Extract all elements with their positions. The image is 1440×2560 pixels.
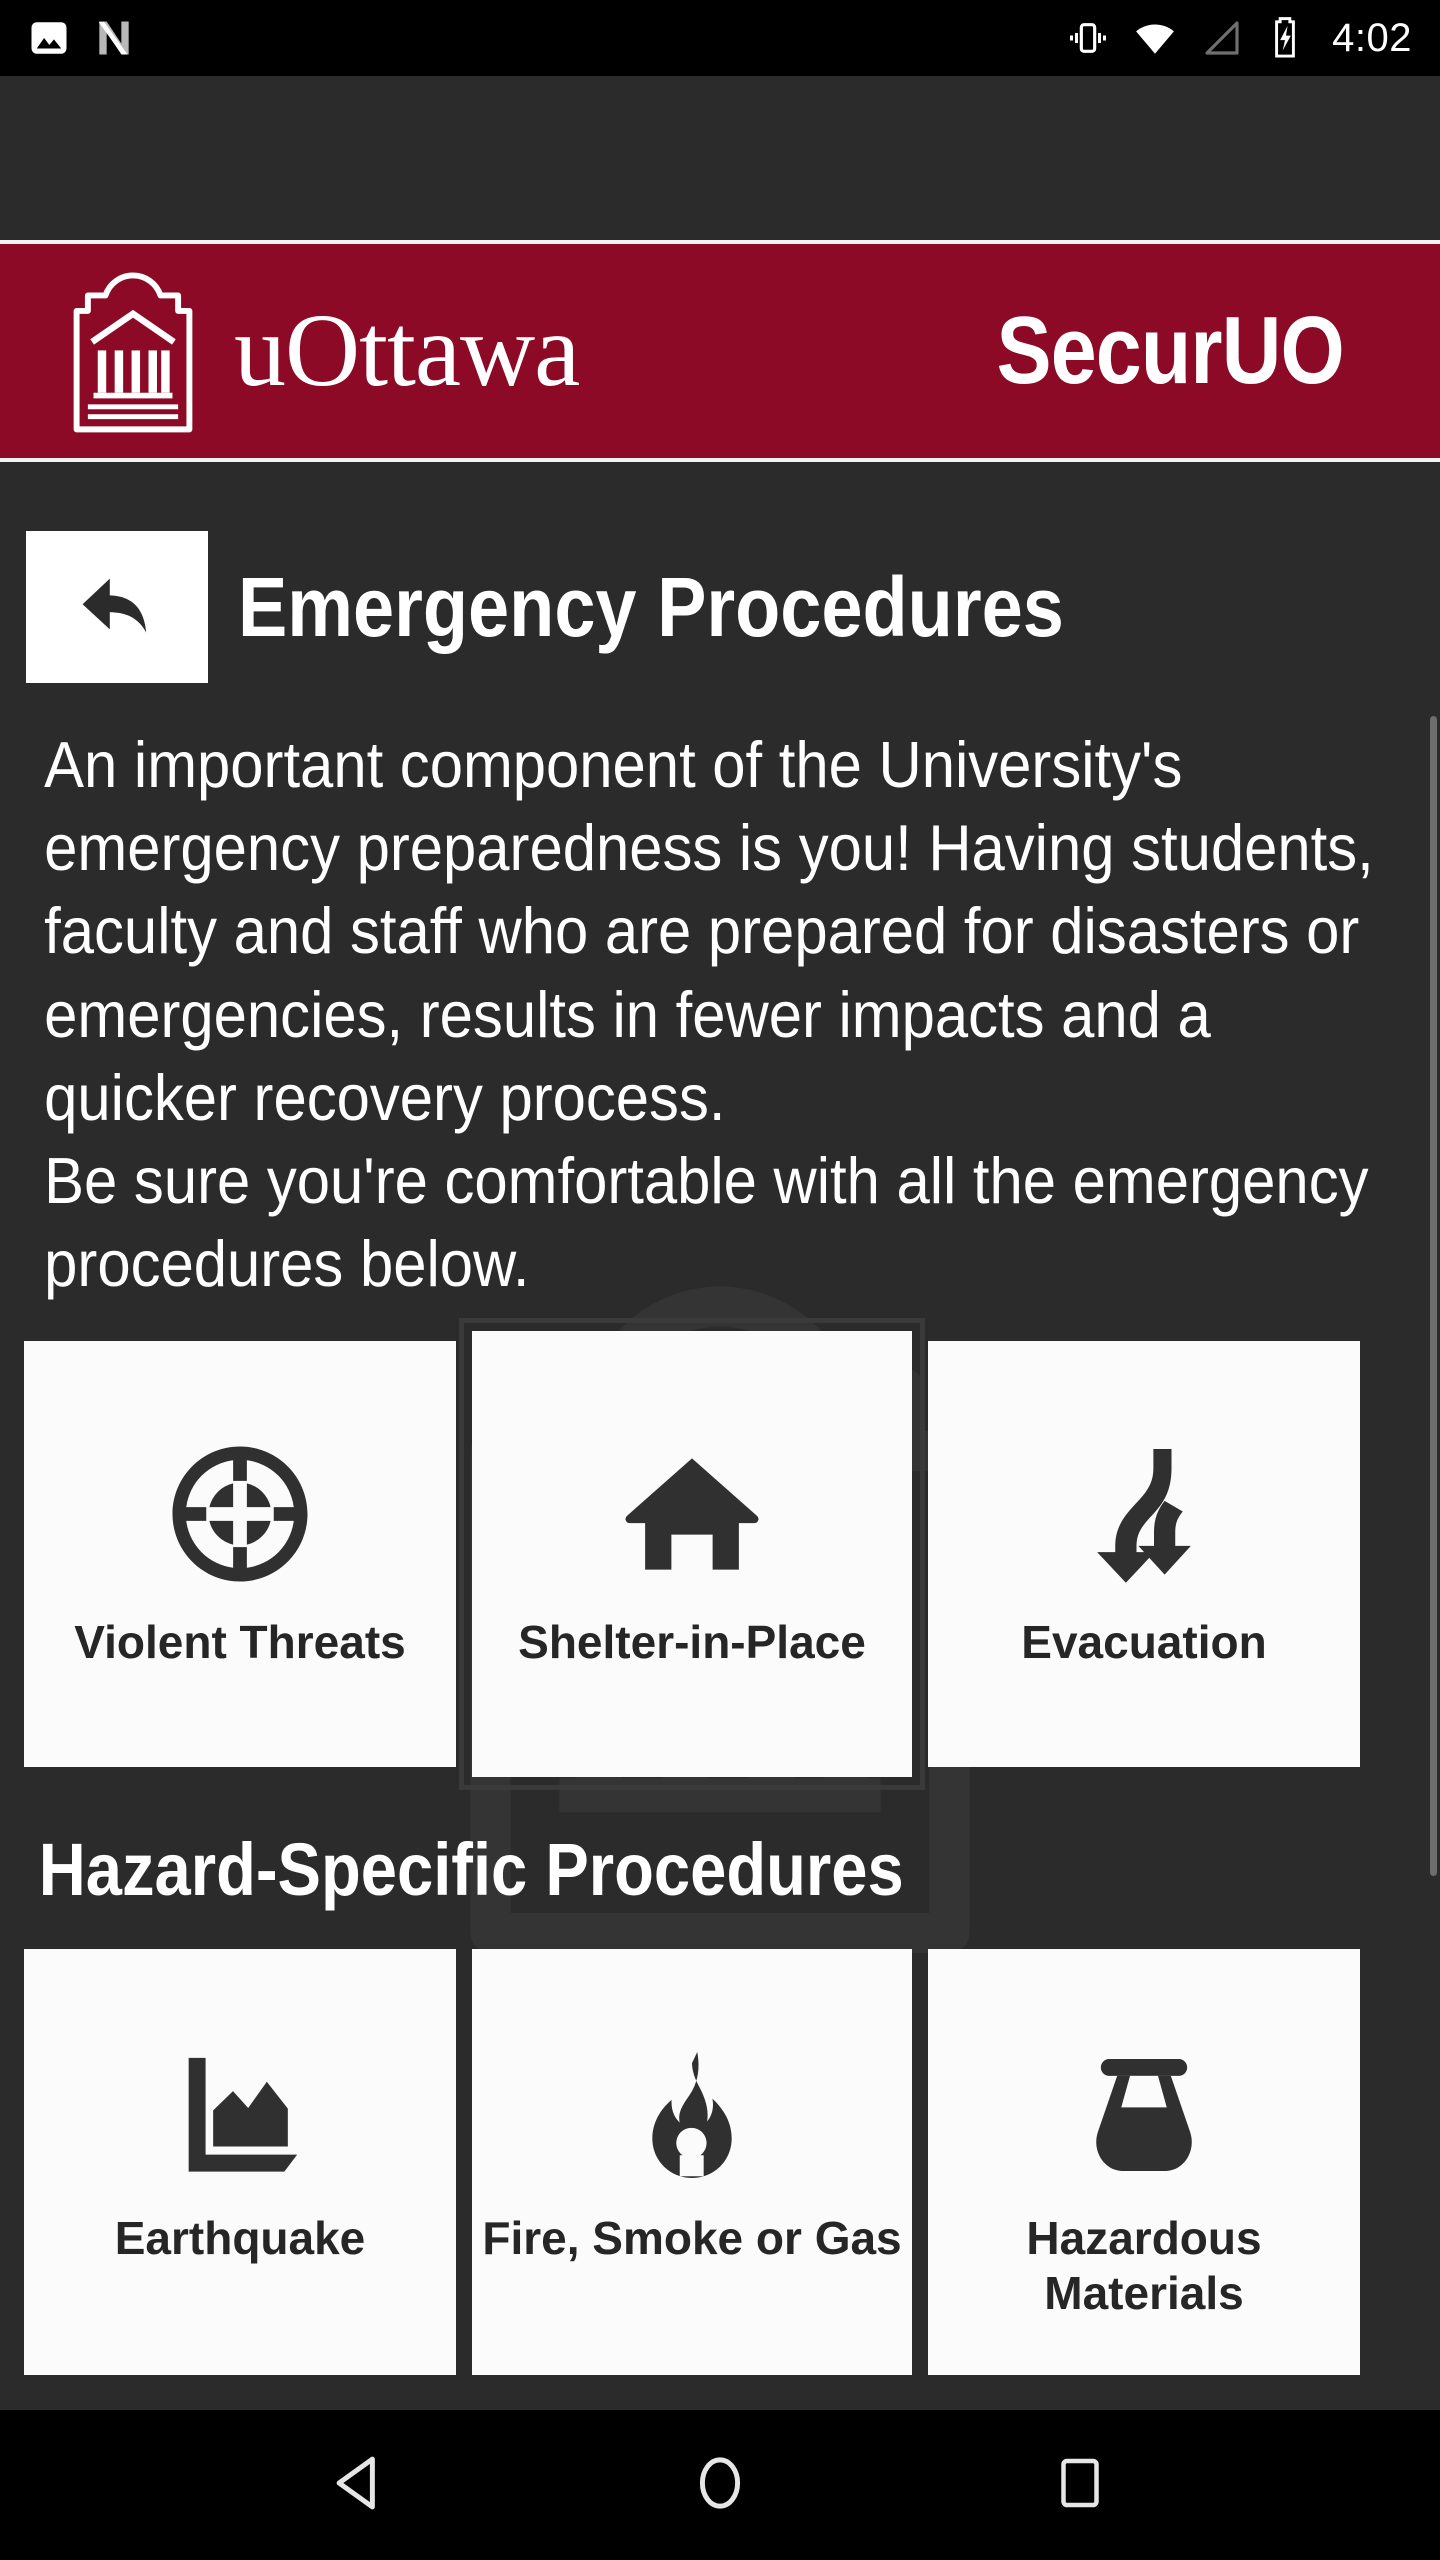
flame-icon	[622, 2035, 762, 2185]
nav-home-button[interactable]	[655, 2420, 785, 2550]
card-label: Violent Threats	[74, 1616, 406, 1669]
android-nougat-icon	[92, 16, 136, 60]
university-name: uOttawa	[234, 293, 580, 408]
back-arrow-icon	[69, 557, 165, 658]
evacuation-arrows-icon	[1069, 1439, 1219, 1589]
wifi-icon	[1134, 17, 1176, 59]
phone-screen: 4:02 uOttawa SecurUO Emergency Procedure…	[0, 0, 1440, 2560]
university-logo[interactable]: uOttawa	[0, 263, 580, 440]
status-bar: 4:02	[0, 0, 1440, 76]
nav-home-icon	[687, 2450, 753, 2521]
card-evacuation[interactable]: Evacuation	[928, 1341, 1360, 1768]
flask-icon	[1074, 2035, 1214, 2185]
card-label: Hazardous Materials	[1026, 2212, 1262, 2319]
page-title: Emergency Procedures	[238, 560, 1064, 654]
android-nav-bar	[0, 2410, 1440, 2560]
nav-back-icon	[327, 2450, 393, 2521]
card-hazardous-materials[interactable]: Hazardous Materials	[928, 1949, 1360, 2376]
primary-procedures-row: Violent Threats Shelter-in-Place Evacuat…	[0, 1318, 1440, 1791]
card-label: Fire, Smoke or Gas	[482, 2212, 902, 2265]
uottawa-crest-icon	[62, 263, 204, 440]
earthquake-chart-icon	[170, 2035, 310, 2185]
nav-back-button[interactable]	[295, 2420, 425, 2550]
intro-paragraph: An important component of the University…	[44, 728, 1374, 1301]
nav-recents-icon	[1050, 2453, 1110, 2518]
status-bar-clock: 4:02	[1332, 16, 1412, 60]
scrollbar-thumb[interactable]	[1430, 716, 1437, 1876]
card-label: Evacuation	[1021, 1616, 1267, 1669]
hazard-procedures-row: Earthquake Fire, Smoke or Gas Hazardous …	[0, 1949, 1440, 2376]
status-bar-spacer	[0, 76, 1440, 240]
card-violent-threats[interactable]: Violent Threats	[24, 1341, 456, 1768]
card-fire-smoke-gas[interactable]: Fire, Smoke or Gas	[472, 1949, 912, 2376]
status-bar-left-icons	[28, 16, 136, 60]
section-heading: Hazard-Specific Procedures	[38, 1828, 904, 1912]
app-name: SecurUO	[996, 297, 1345, 404]
card-earthquake[interactable]: Earthquake	[24, 1949, 456, 2376]
nav-recents-button[interactable]	[1015, 2420, 1145, 2550]
cellular-signal-icon	[1202, 18, 1242, 58]
image-icon	[28, 17, 70, 59]
back-button[interactable]	[26, 531, 208, 683]
status-bar-right-icons: 4:02	[1068, 17, 1412, 59]
card-label: Earthquake	[114, 2212, 366, 2265]
vibrate-icon	[1068, 18, 1108, 58]
card-label: Shelter-in-Place	[518, 1616, 866, 1669]
crosshair-target-icon	[165, 1439, 315, 1589]
brand-bar: uOttawa SecurUO	[0, 240, 1440, 462]
house-icon	[617, 1439, 767, 1589]
battery-charging-icon	[1268, 17, 1302, 59]
page-header: Emergency Procedures	[0, 466, 1440, 683]
card-shelter-in-place[interactable]: Shelter-in-Place	[459, 1318, 925, 1791]
scrollable-content[interactable]: Emergency Procedures An important compon…	[0, 466, 1440, 2410]
